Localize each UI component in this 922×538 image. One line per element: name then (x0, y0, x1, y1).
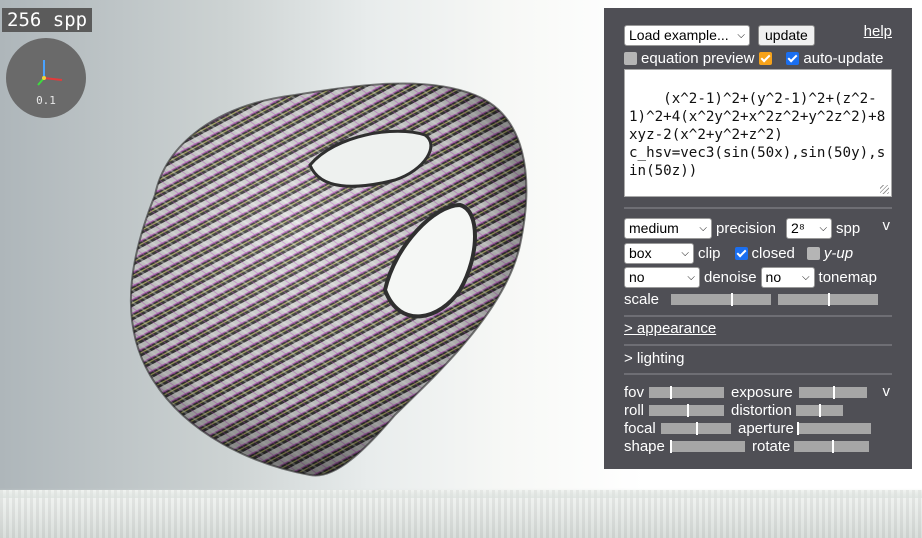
collapse-toggle[interactable]: v (883, 217, 891, 234)
aperture-slider[interactable] (796, 422, 871, 435)
scale-row: scale (624, 291, 892, 308)
precision-label: precision (716, 220, 777, 237)
preview-toggle-checkbox[interactable] (759, 52, 773, 65)
axis-gizmo[interactable]: 0.1 (6, 38, 86, 118)
exposure-label: exposure (731, 384, 793, 401)
preview-options: equation preview auto-update (624, 50, 892, 67)
distortion-slider[interactable] (795, 404, 843, 417)
yup-label: y-up (823, 245, 854, 262)
denoise-label: denoise (704, 269, 757, 286)
spp-counter: 256 spp (2, 8, 93, 32)
control-panel: Load example... ⌵ update help equation p… (604, 8, 912, 469)
top-controls: Load example... ⌵ update (624, 25, 892, 46)
chevron-down-icon: ⌵ (681, 248, 689, 259)
denoise-row: no ⌵ denoise no ⌵ tonemap (624, 267, 892, 288)
chevron-down-icon: ⌵ (819, 223, 828, 234)
rotate-label: rotate (752, 438, 791, 455)
gizmo-scale-label: 0.1 (36, 94, 56, 107)
slider-thumb[interactable] (832, 386, 835, 399)
lighting-row: > lighting (624, 350, 892, 367)
scale-slider-1[interactable] (671, 293, 772, 306)
denoise-select-value: no (629, 269, 645, 285)
slider-thumb[interactable] (796, 422, 799, 435)
update-button[interactable]: update (758, 25, 815, 46)
floor-horizon (0, 488, 922, 498)
slider-thumb[interactable] (670, 386, 672, 399)
auto-update-label: auto-update (803, 50, 884, 67)
precision-select-value: medium (629, 220, 679, 236)
denoise-select[interactable]: no ⌵ (624, 267, 700, 288)
distortion-label: distortion (731, 402, 792, 419)
precision-row: medium ⌵ precision 2⁸ ⌵ spp (624, 218, 892, 239)
equation-editor[interactable]: (x^2-1)^2+(y^2-1)^2+(z^2-1)^2+4(x^2y^2+x… (624, 69, 892, 197)
chevron-down-icon: ⌵ (737, 30, 745, 41)
fov-label: fov (624, 384, 645, 401)
equation-text: (x^2-1)^2+(y^2-1)^2+(z^2-1)^2+4(x^2y^2+x… (629, 91, 886, 179)
shape-label: shape (624, 438, 665, 455)
camera-row-3: focal aperture (624, 420, 892, 437)
slider-thumb[interactable] (696, 422, 698, 435)
closed-label: closed (751, 245, 795, 262)
rendered-surface[interactable] (95, 55, 540, 485)
equation-preview-label: equation preview (641, 50, 755, 67)
precision-select[interactable]: medium ⌵ (624, 218, 712, 239)
shape-slider[interactable] (670, 440, 745, 453)
scale-slider-2[interactable] (778, 293, 879, 306)
divider (624, 315, 892, 317)
slider-thumb[interactable] (686, 404, 689, 417)
focal-slider[interactable] (661, 422, 731, 435)
slider-thumb[interactable] (731, 293, 734, 306)
chevron-down-icon: ⌵ (687, 272, 695, 283)
exposure-slider[interactable] (798, 386, 867, 399)
focal-label: focal (624, 420, 656, 437)
appearance-toggle[interactable]: > appearance (624, 320, 716, 337)
camera-row-1: fov exposure (624, 384, 892, 401)
divider (624, 373, 892, 375)
slider-thumb[interactable] (831, 440, 834, 453)
divider (624, 344, 892, 346)
slider-thumb[interactable] (819, 404, 822, 417)
example-select-value: Load example... (629, 27, 729, 43)
example-select[interactable]: Load example... ⌵ (624, 25, 750, 46)
equation-preview-checkbox[interactable] (624, 52, 637, 65)
clip-select[interactable]: box ⌵ (624, 243, 694, 264)
chevron-down-icon: ⌵ (699, 223, 707, 234)
fov-slider[interactable] (649, 386, 724, 399)
clip-label: clip (698, 245, 721, 262)
spp-select[interactable]: 2⁸ ⌵ (786, 218, 833, 239)
divider (624, 207, 892, 209)
tonemap-label: tonemap (818, 269, 877, 286)
tonemap-select[interactable]: no ⌵ (760, 267, 815, 288)
clip-select-value: box (629, 245, 652, 261)
slider-thumb[interactable] (828, 293, 831, 306)
help-link[interactable]: help (864, 23, 892, 40)
roll-slider[interactable] (649, 404, 724, 417)
slider-thumb[interactable] (670, 440, 672, 453)
spp-label: spp (836, 220, 861, 237)
scale-label: scale (624, 291, 660, 308)
lighting-toggle[interactable]: > lighting (624, 350, 684, 367)
chevron-down-icon: ⌵ (801, 272, 810, 283)
roll-label: roll (624, 402, 645, 419)
spp-select-value: 2⁸ (791, 220, 805, 236)
clip-row: box ⌵ clip closed y-up (624, 243, 892, 264)
rotate-slider[interactable] (794, 440, 870, 453)
camera-collapse-toggle[interactable]: v (883, 383, 891, 400)
tonemap-select-value: no (765, 269, 782, 285)
auto-update-checkbox[interactable] (786, 52, 800, 65)
camera-row-2: roll distortion (624, 402, 892, 419)
resize-grip-icon[interactable] (880, 185, 889, 194)
appearance-row: > appearance (624, 320, 892, 337)
closed-checkbox[interactable] (734, 247, 748, 260)
yup-checkbox[interactable] (806, 247, 820, 260)
camera-row-4: shape rotate (624, 438, 892, 455)
aperture-label: aperture (738, 420, 794, 437)
